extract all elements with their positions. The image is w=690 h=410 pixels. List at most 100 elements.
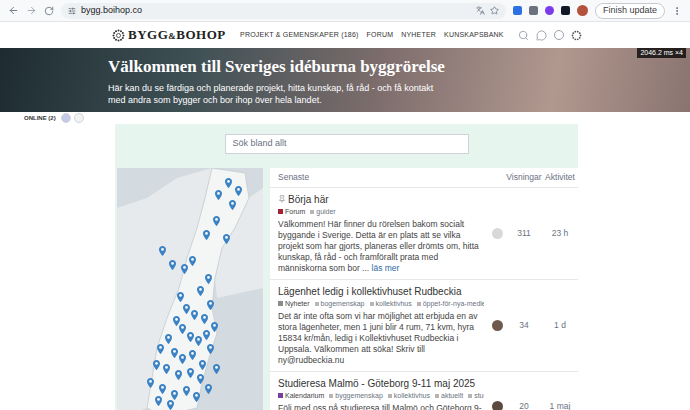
topic-activity[interactable]: 1 d [542,319,578,332]
map-pin-icon[interactable] [191,310,198,320]
map-pin-icon[interactable] [189,256,196,266]
search-icon[interactable] [518,30,529,41]
map-pin-icon[interactable] [177,292,184,302]
map-pin-icon[interactable] [235,186,242,196]
tag[interactable]: kollektivhus [370,298,412,309]
map-pin-icon[interactable] [205,274,212,284]
topic-activity[interactable]: 1 maj [542,400,578,410]
map-pin-icon[interactable] [163,364,170,374]
map-pin-icon[interactable] [203,330,210,340]
map-pin-icon[interactable] [201,314,208,324]
category-badge[interactable]: Forum [278,206,305,217]
nav-link[interactable]: KUNSKAPSBANK [444,30,504,41]
map-pin-icon[interactable] [165,334,172,344]
map-pin-icon[interactable] [215,190,222,200]
translate-icon[interactable] [476,6,485,15]
column-header[interactable]: Aktivitet [542,171,578,184]
tag[interactable]: guider [310,206,335,217]
topic-activity[interactable]: 23 h [542,227,578,240]
map-pin-icon[interactable] [213,364,220,374]
topic-row[interactable]: Studieresa Malmö - Göteborg 9-11 maj 202… [270,372,578,410]
column-header[interactable]: Visningar [506,171,542,184]
map-pin-icon[interactable] [173,316,180,326]
tag[interactable]: byggemenskap [329,390,382,401]
map-pin-icon[interactable] [223,234,230,244]
extension-icon[interactable] [545,6,554,15]
map[interactable] [117,168,263,410]
map-pin-icon[interactable] [183,386,190,396]
map-pin-icon[interactable] [147,378,154,388]
map-pin-icon[interactable] [199,360,206,370]
map-pin-icon[interactable] [207,344,214,354]
poster-avatar[interactable] [492,320,503,331]
map-pin-icon[interactable] [207,300,214,310]
tag[interactable]: aktuellt [435,390,463,401]
map-pin-icon[interactable] [157,344,164,354]
tag[interactable]: studieresa [468,390,484,401]
topic-row[interactable]: Börja härForumguiderVälkommen! Här finne… [270,188,578,280]
site-settings-icon[interactable] [68,7,76,15]
map-pin-icon[interactable] [189,350,196,360]
map-pin-icon[interactable] [179,354,186,364]
map-pin-icon[interactable] [187,368,194,378]
map-pin-icon[interactable] [159,384,166,394]
poster-avatar[interactable] [492,401,503,410]
map-pin-icon[interactable] [205,384,212,394]
poster-avatar[interactable] [492,228,503,239]
extension-icon[interactable] [561,6,570,15]
logo[interactable]: BYGG&BOHOP [112,25,226,45]
reload-icon[interactable] [44,6,54,16]
map-pin-icon[interactable] [225,178,232,188]
map-pin-icon[interactable] [193,392,200,402]
chat-icon[interactable] [536,30,547,41]
category-badge[interactable]: Kalendarium [278,390,324,401]
profile-avatar[interactable] [577,5,588,16]
map-pin-icon[interactable] [181,264,188,274]
map-pin-icon[interactable] [169,260,176,270]
map-pin-icon[interactable] [197,286,204,296]
user-logo-icon[interactable] [571,30,582,41]
forward-icon[interactable] [26,5,37,16]
topic-row[interactable]: Lägenhet ledig i kollektivhuset Rudbecki… [270,280,578,372]
bookmark-icon[interactable] [490,6,499,15]
map-pin-icon[interactable] [175,370,182,380]
tag[interactable]: bogemenskap [315,298,365,309]
category-badge[interactable]: Nyheter [278,298,310,309]
read-more-link[interactable]: läs mer [372,263,400,273]
nav-link[interactable]: PROJEKT & GEMENSKAPER (186) [240,30,358,41]
topic-title[interactable]: Lägenhet ledig i kollektivhuset Rudbecki… [278,285,484,298]
map-pin-icon[interactable] [195,336,202,346]
tag[interactable]: kollektivhus [388,390,430,401]
map-pin-icon[interactable] [187,332,194,342]
map-pin-icon[interactable] [171,348,178,358]
map-pin-icon[interactable] [229,200,236,210]
back-icon[interactable] [8,5,19,16]
tag[interactable]: öppet-för-nya-medlemmu [417,298,484,309]
url[interactable]: bygg.boihop.co [81,4,471,18]
online-avatar[interactable] [61,113,71,123]
online-avatar[interactable] [74,113,84,123]
map-pin-icon[interactable] [183,304,190,314]
notifications-icon[interactable] [554,30,564,40]
topic-title[interactable]: Börja här [278,193,484,206]
map-pin-icon[interactable] [211,322,218,332]
menu-icon[interactable] [672,6,682,16]
map-pin-icon[interactable] [155,396,162,406]
topic-title[interactable]: Studieresa Malmö - Göteborg 9-11 maj 202… [278,377,484,390]
search-field[interactable]: Sök bland allt [225,134,469,154]
column-header[interactable]: Senaste [270,171,488,184]
address-bar[interactable]: bygg.boihop.co [61,3,506,19]
nav-link[interactable]: NYHETER [401,30,436,41]
map-pin-icon[interactable] [203,230,210,240]
map-pin-icon[interactable] [167,400,174,410]
nav-link[interactable]: FORUM [367,30,394,41]
map-pin-icon[interactable] [179,324,186,334]
finish-update-button[interactable]: Finish update [595,3,665,19]
map-pin-icon[interactable] [171,390,178,400]
map-pin-icon[interactable] [197,374,204,384]
map-pin-icon[interactable] [213,216,220,226]
map-pin-icon[interactable] [159,246,166,256]
extension-icon[interactable] [513,6,522,15]
extension-icon[interactable] [529,6,538,15]
map-pin-icon[interactable] [153,360,160,370]
